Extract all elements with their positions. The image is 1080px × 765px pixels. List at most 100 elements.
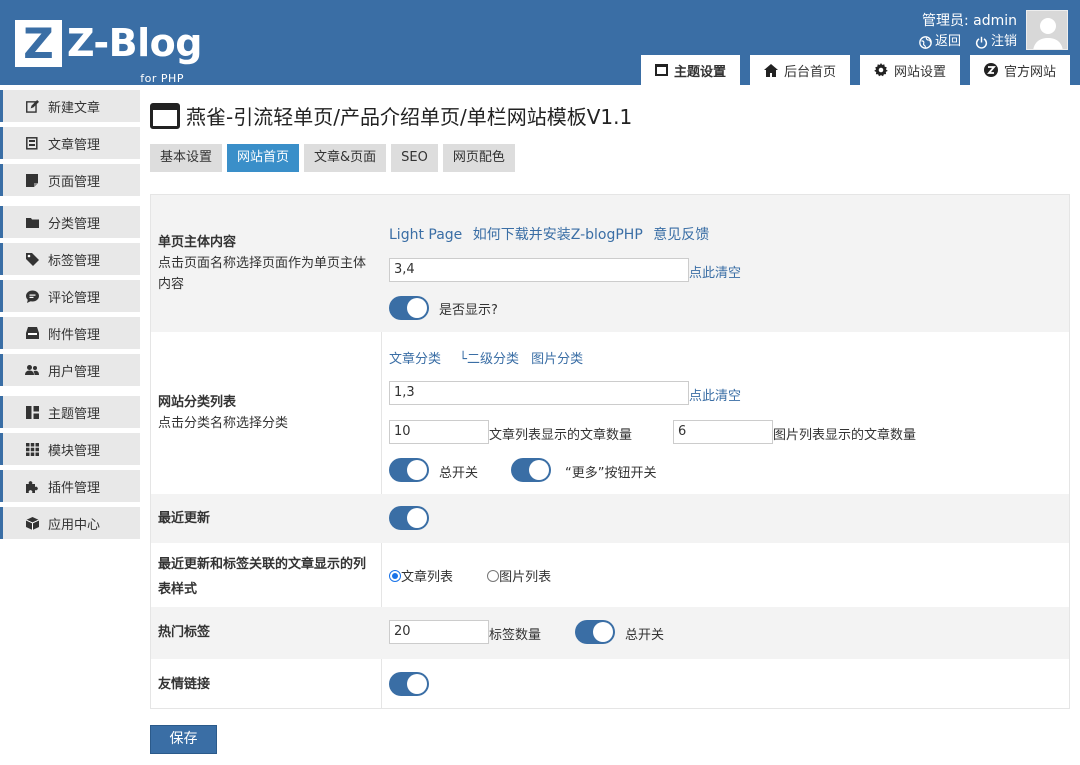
hot-tags-master-toggle[interactable]	[575, 620, 615, 644]
single-page-input[interactable]: 3,4	[389, 258, 689, 282]
header-bar: Z Z-Blog for PHP 管理员: admin 返回 注销 主题设置 后…	[0, 0, 1080, 85]
tab-articles-pages[interactable]: 文章&页面	[304, 144, 387, 172]
recent-row: 最近更新	[151, 494, 1069, 543]
tab-theme-settings[interactable]: 主题设置	[640, 55, 740, 85]
friend-links-row: 友情链接	[151, 659, 1069, 709]
save-button[interactable]: 保存	[150, 725, 217, 754]
sidebar-item-pages[interactable]: 页面管理	[0, 164, 140, 196]
window-icon	[654, 64, 668, 76]
page-title: 燕雀-引流轻单页/产品介绍单页/单栏网站模板V1.1	[150, 101, 632, 130]
radio-button-unchecked[interactable]	[487, 570, 500, 582]
logo-subtitle: for PHP	[140, 72, 184, 85]
home-icon	[763, 63, 778, 77]
radio-button-checked[interactable]	[389, 570, 401, 582]
settings-tabs: 基本设置 网站首页 文章&页面 SEO 网页配色	[150, 144, 515, 172]
settings-panel: 单页主体内容 点击页面名称选择页面作为单页主体内容 Light Page 如何下…	[150, 194, 1070, 709]
hot-tags-count-input[interactable]: 20	[389, 620, 489, 644]
recent-title: 最近更新	[158, 511, 211, 526]
gear-icon	[874, 63, 888, 77]
categories-master-toggle[interactable]	[389, 458, 429, 482]
sidebar-item-categories[interactable]: 分类管理	[0, 206, 140, 238]
user-role-name: 管理员: admin	[921, 13, 1017, 29]
globe-icon	[919, 35, 932, 49]
category-link-subcategory[interactable]: └二级分类	[459, 352, 519, 367]
sidebar-item-articles[interactable]: 文章管理	[0, 127, 140, 159]
single-page-show-toggle[interactable]	[389, 296, 429, 320]
edit-icon	[25, 99, 39, 113]
categories-title: 网站分类列表	[158, 395, 237, 410]
article-count-input[interactable]: 10	[389, 420, 489, 444]
sidebar-item-modules[interactable]: 模块管理	[0, 433, 140, 465]
window-icon	[150, 102, 180, 129]
attachment-icon	[25, 326, 39, 340]
tab-homepage[interactable]: 网站首页	[227, 144, 300, 172]
tab-page-colors[interactable]: 网页配色	[442, 144, 515, 172]
hot-tags-master-label: 总开关	[625, 628, 665, 643]
single-page-show-label: 是否显示?	[439, 303, 498, 318]
radio-article-list[interactable]: 文章列表	[389, 570, 453, 585]
radio-image-list[interactable]: 图片列表	[487, 570, 551, 585]
more-button-toggle[interactable]	[511, 458, 551, 482]
users-icon	[25, 363, 39, 377]
plugin-icon	[25, 479, 39, 493]
zblog-logo[interactable]: Z Z-Blog for PHP	[15, 20, 202, 85]
image-count-input[interactable]: 6	[673, 420, 773, 444]
hot-tags-count-label: 标签数量	[489, 628, 542, 643]
logout-label: 注销	[990, 34, 1017, 49]
power-icon	[975, 36, 988, 49]
sidebar-item-plugins[interactable]: 插件管理	[0, 470, 140, 502]
single-page-title: 单页主体内容	[158, 235, 237, 250]
tab-official-site[interactable]: 官方网站	[969, 55, 1070, 85]
sidebar-item-app-center[interactable]: 应用中心	[0, 507, 140, 539]
article-icon	[25, 136, 39, 150]
friend-links-toggle[interactable]	[389, 672, 429, 696]
logo-text: Z-Blog for PHP	[67, 20, 202, 85]
tag-icon	[25, 252, 39, 266]
categories-desc: 点击分类名称选择分类	[158, 416, 289, 431]
categories-clear-link[interactable]: 点此清空	[689, 385, 741, 404]
category-link-images[interactable]: 图片分类	[531, 352, 583, 367]
tab-seo[interactable]: SEO	[391, 144, 438, 172]
tab-basic-settings[interactable]: 基本设置	[150, 144, 223, 172]
logout-link[interactable]: 注销	[975, 32, 1017, 52]
more-button-label: “更多”按钮开关	[565, 466, 657, 481]
back-link[interactable]: 返回	[919, 32, 961, 52]
page-link-install-guide[interactable]: 如何下载并安装Z-blogPHP	[473, 227, 643, 243]
page-link-light-page[interactable]: Light Page	[389, 227, 462, 243]
categories-row: 网站分类列表 点击分类名称选择分类 文章分类 └二级分类 图片分类 1,3 点此…	[151, 332, 1069, 494]
list-style-options: 文章列表 图片列表	[389, 566, 551, 585]
page-title-text: 燕雀-引流轻单页/产品介绍单页/单栏网站模板V1.1	[186, 105, 633, 129]
user-box: 管理员: admin 返回 注销	[919, 10, 1017, 52]
module-icon	[25, 442, 39, 456]
app-center-icon	[25, 516, 39, 530]
zblog-icon	[983, 63, 998, 77]
user-avatar-icon	[1027, 11, 1067, 49]
list-style-row: 最近更新和标签关联的文章显示的列表样式 文章列表 图片列表	[151, 543, 1069, 607]
single-page-row: 单页主体内容 点击页面名称选择页面作为单页主体内容 Light Page 如何下…	[151, 195, 1069, 332]
theme-icon	[25, 405, 39, 419]
tab-dashboard[interactable]: 后台首页	[749, 55, 850, 85]
recent-toggle[interactable]	[389, 506, 429, 530]
comment-icon	[25, 289, 39, 303]
categories-input[interactable]: 1,3	[389, 381, 689, 405]
folder-icon	[25, 215, 39, 229]
logo-mark: Z	[15, 20, 62, 67]
avatar[interactable]	[1026, 10, 1068, 50]
sidebar-item-attachments[interactable]: 附件管理	[0, 317, 140, 349]
single-page-desc: 点击页面名称选择页面作为单页主体内容	[158, 256, 367, 292]
category-links: 文章分类 └二级分类 图片分类	[389, 348, 583, 367]
list-style-title: 最近更新和标签关联的文章显示的列表样式	[158, 557, 367, 597]
page-icon	[25, 173, 39, 187]
page-link-feedback[interactable]: 意见反馈	[653, 227, 709, 243]
sidebar-item-new-article[interactable]: 新建文章	[0, 90, 140, 122]
sidebar-item-comments[interactable]: 评论管理	[0, 280, 140, 312]
tab-site-settings[interactable]: 网站设置	[859, 55, 960, 85]
sidebar-item-tags[interactable]: 标签管理	[0, 243, 140, 275]
hot-tags-row: 热门标签 20 标签数量 总开关	[151, 607, 1069, 659]
sidebar-item-themes[interactable]: 主题管理	[0, 396, 140, 428]
category-link-articles[interactable]: 文章分类	[389, 352, 441, 367]
categories-master-label: 总开关	[439, 466, 479, 481]
single-page-links: Light Page 如何下载并安装Z-blogPHP 意见反馈	[389, 224, 709, 244]
sidebar-item-users[interactable]: 用户管理	[0, 354, 140, 386]
single-page-clear-link[interactable]: 点此清空	[689, 262, 741, 281]
